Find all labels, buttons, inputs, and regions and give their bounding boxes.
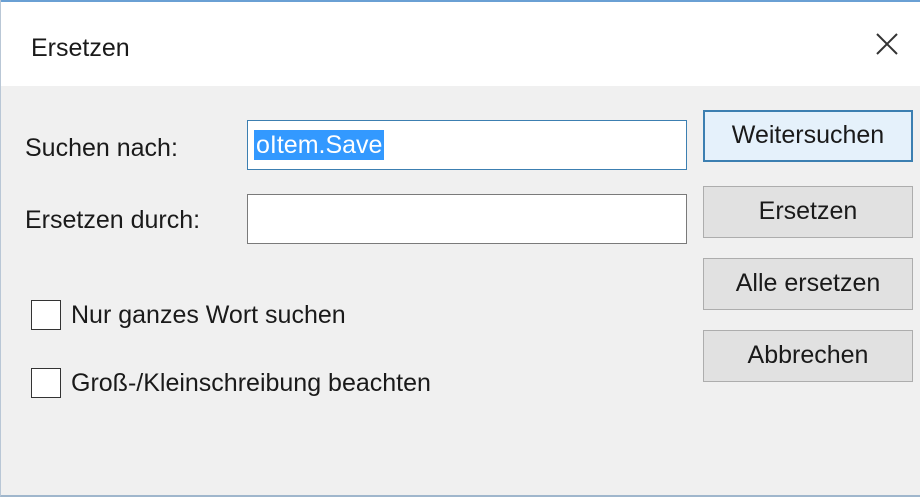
search-label: Suchen nach: — [25, 134, 178, 162]
match-case-option[interactable]: Groß-/Kleinschreibung beachten — [31, 366, 431, 400]
title-bar: Ersetzen — [1, 0, 920, 86]
match-case-checkbox[interactable] — [31, 368, 61, 398]
replace-label: Ersetzen durch: — [25, 206, 201, 234]
replace-dialog: Ersetzen Suchen nach: oItem.Save Ersetze… — [0, 0, 920, 497]
find-next-button[interactable]: Weitersuchen — [703, 110, 913, 162]
replace-input[interactable] — [247, 194, 687, 244]
dialog-title: Ersetzen — [31, 34, 130, 62]
cancel-button[interactable]: Abbrechen — [703, 330, 913, 382]
whole-word-label: Nur ganzes Wort suchen — [71, 300, 346, 329]
search-input[interactable]: oItem.Save — [247, 120, 687, 170]
close-icon — [876, 33, 898, 55]
replace-all-button[interactable]: Alle ersetzen — [703, 258, 913, 310]
match-case-label: Groß-/Kleinschreibung beachten — [71, 368, 431, 397]
whole-word-checkbox[interactable] — [31, 300, 61, 330]
whole-word-option[interactable]: Nur ganzes Wort suchen — [31, 298, 346, 332]
replace-button[interactable]: Ersetzen — [703, 186, 913, 238]
search-input-value: oItem.Save — [254, 130, 385, 160]
close-button[interactable] — [867, 24, 907, 64]
